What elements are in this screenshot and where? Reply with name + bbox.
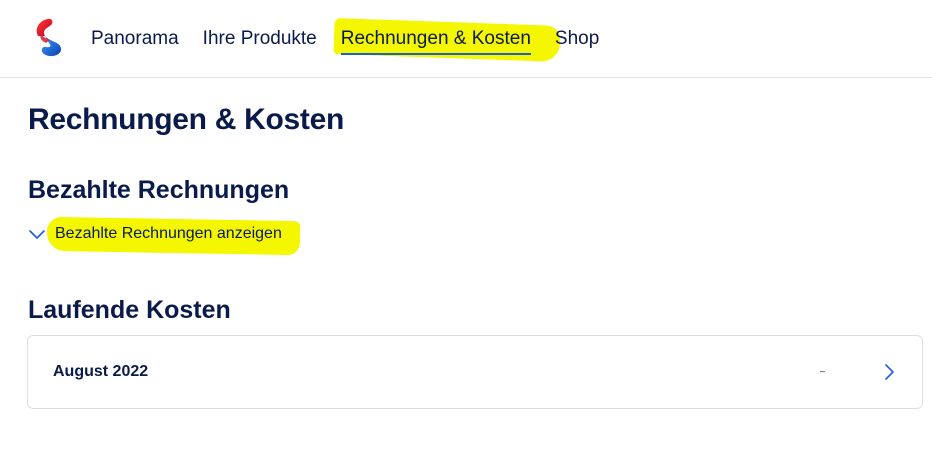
show-paid-bills-label: Bezahlte Rechnungen anzeigen: [55, 225, 282, 242]
main-nav: Panorama Ihre Produkte Rechnungen & Kost…: [91, 0, 623, 78]
show-paid-bills-toggle[interactable]: Bezahlte Rechnungen anzeigen: [28, 225, 282, 243]
cost-period: August 2022: [53, 363, 149, 380]
chevron-right-icon: [885, 364, 894, 380]
swisscom-logo[interactable]: [32, 16, 64, 58]
chevron-down-icon: [29, 230, 45, 239]
nav-item-ihre-produkte[interactable]: Ihre Produkte: [203, 28, 317, 50]
paid-bills-heading: Bezahlte Rechnungen: [28, 176, 290, 204]
cost-amount: –: [820, 366, 826, 376]
nav-item-shop[interactable]: Shop: [555, 28, 599, 50]
running-costs-heading: Laufende Kosten: [28, 296, 231, 324]
running-costs-item[interactable]: August 2022 –: [27, 335, 923, 409]
top-navigation-bar: Panorama Ihre Produkte Rechnungen & Kost…: [0, 0, 932, 78]
nav-item-panorama[interactable]: Panorama: [91, 28, 179, 50]
nav-item-rechnungen-kosten[interactable]: Rechnungen & Kosten: [340, 28, 532, 55]
page-title: Rechnungen & Kosten: [28, 103, 344, 136]
